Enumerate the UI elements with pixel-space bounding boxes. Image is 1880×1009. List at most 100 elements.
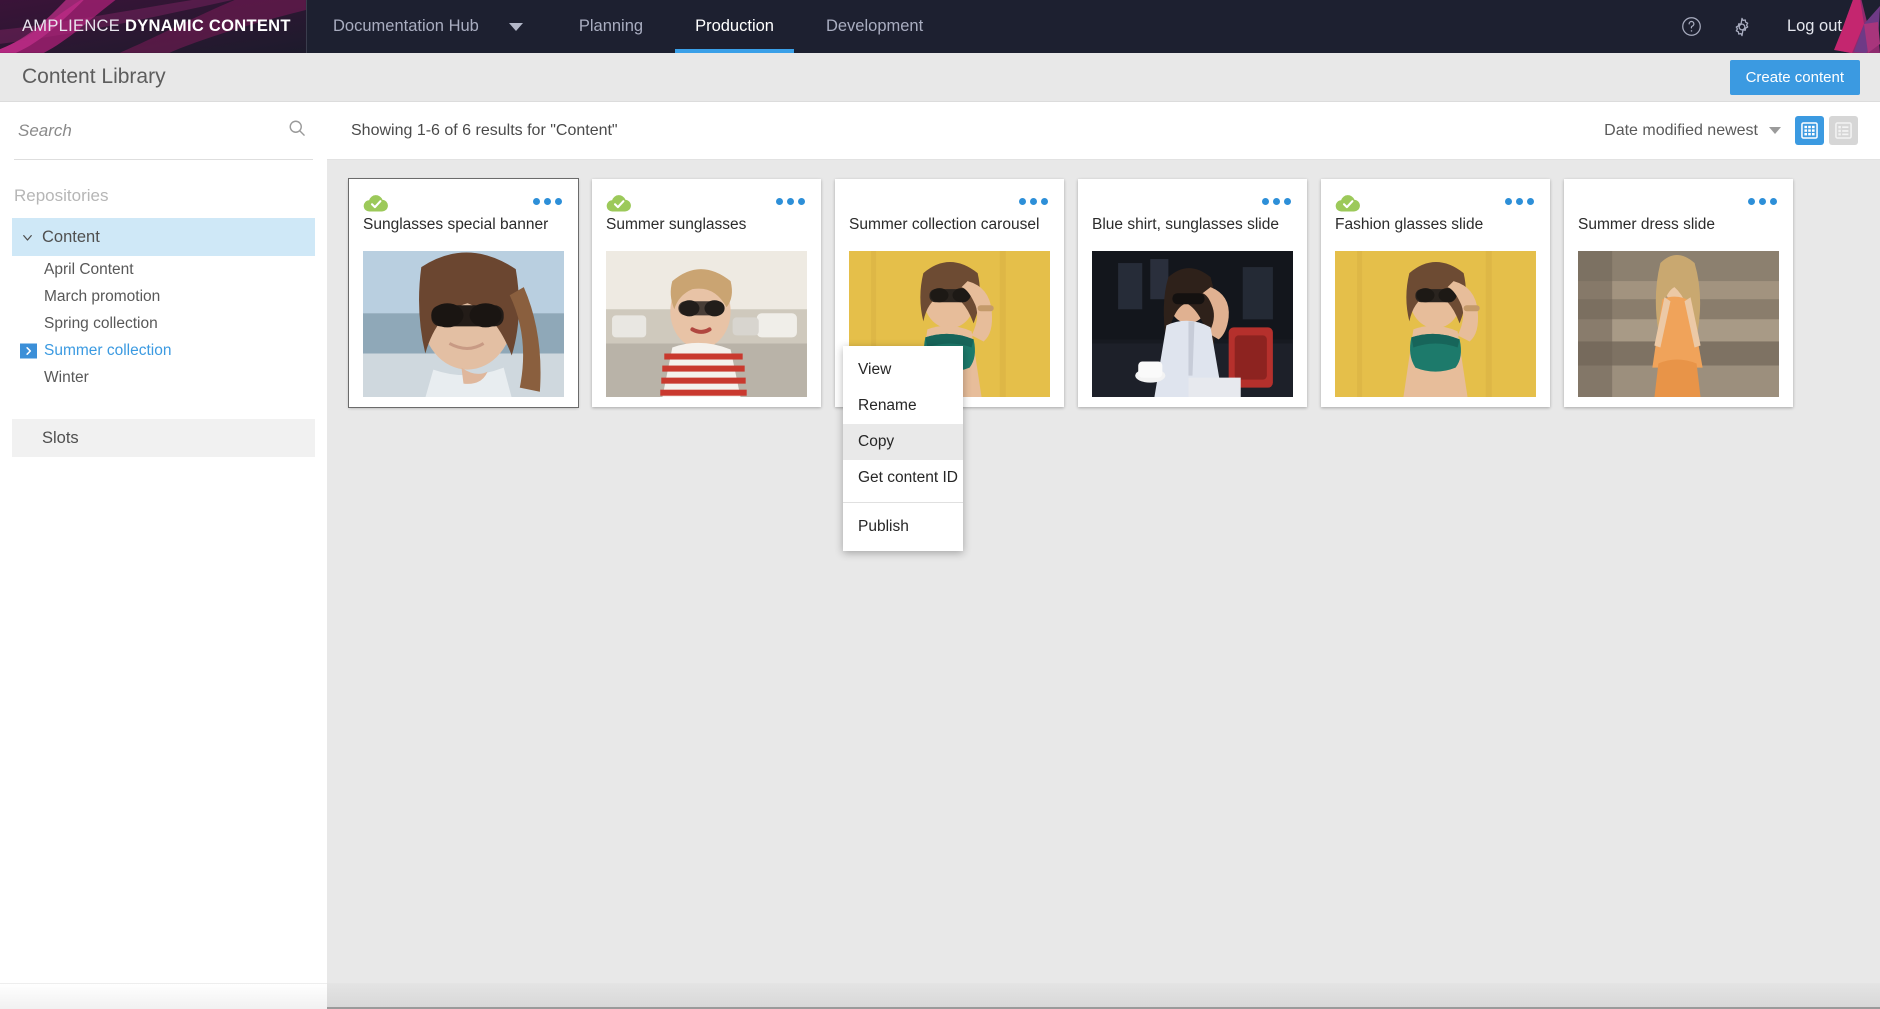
page-title: Content Library: [22, 65, 166, 88]
sidebar-item-label: March promotion: [44, 287, 161, 305]
card-menu-button[interactable]: [1503, 192, 1536, 211]
content-card[interactable]: Summer dress slide: [1564, 179, 1793, 407]
nav-item-label: Documentation Hub: [333, 17, 479, 35]
results-toolbar: Showing 1-6 of 6 results for "Content" D…: [327, 102, 1880, 160]
content-card-grid: Sunglasses special banner Summer sunglas…: [349, 179, 1880, 407]
content-card[interactable]: Blue shirt, sunglasses slide: [1078, 179, 1307, 407]
content-card[interactable]: Summer sunglasses: [592, 179, 821, 407]
card-title: Summer dress slide: [1578, 216, 1715, 233]
context-menu-item-get-content-id[interactable]: Get content ID: [843, 460, 963, 496]
card-header: [363, 179, 564, 216]
content-card-grid-area: Sunglasses special banner Summer sunglas…: [327, 160, 1880, 1009]
card-title: Sunglasses special banner: [363, 216, 549, 233]
content-card[interactable]: Fashion glasses slide: [1321, 179, 1550, 407]
published-status-icon: [606, 194, 631, 212]
thumbnail-image: [606, 251, 807, 397]
sidebar: Repositories Content April Content March…: [0, 102, 327, 1009]
nav-item-production[interactable]: Production: [669, 0, 800, 53]
card-header: [606, 179, 807, 216]
sidebar-item-spring-collection[interactable]: Spring collection: [0, 310, 327, 337]
search-input[interactable]: [14, 120, 281, 141]
sidebar-item-label: Summer collection: [44, 341, 172, 359]
sidebar-item-label: April Content: [44, 260, 134, 278]
results-count-label: Showing 1-6 of 6 results for "Content": [351, 121, 618, 139]
card-thumbnail: [363, 251, 564, 397]
view-toggle-group: [1795, 116, 1858, 145]
context-menu-item-view[interactable]: View: [843, 352, 963, 388]
brand-logo[interactable]: AMPLIENCE DYNAMIC CONTENT: [0, 0, 307, 53]
card-menu-button[interactable]: [531, 192, 564, 211]
brand-strong: DYNAMIC CONTENT: [124, 17, 291, 35]
app-body: Repositories Content April Content March…: [0, 102, 1880, 1009]
thumbnail-image: [1578, 251, 1779, 397]
grid-view-icon[interactable]: [1795, 116, 1824, 145]
sidebar-section-label: Repositories: [14, 186, 109, 205]
help-icon[interactable]: [1669, 0, 1715, 53]
sidebar-item-slots[interactable]: Slots: [12, 419, 315, 457]
thumbnail-image: [1335, 251, 1536, 397]
card-menu-button[interactable]: [774, 192, 807, 211]
top-navigation-bar: AMPLIENCE DYNAMIC CONTENT Documentation …: [0, 0, 1880, 53]
nav-item-label: Development: [825, 17, 924, 35]
page-footer-bar: [327, 983, 1880, 1009]
card-header: [1092, 179, 1293, 216]
sidebar-item-winter[interactable]: Winter: [0, 364, 327, 391]
card-header: [1335, 179, 1536, 216]
chevron-down-icon[interactable]: [495, 0, 553, 53]
sidebar-item-march-promotion[interactable]: March promotion: [0, 283, 327, 310]
card-menu-button[interactable]: [1260, 192, 1293, 211]
card-header: [849, 179, 1050, 216]
card-thumbnail: [1335, 251, 1536, 397]
card-thumbnail: [1092, 251, 1293, 397]
nav-item-development[interactable]: Development: [800, 0, 949, 53]
published-status-icon: [1335, 194, 1360, 212]
gear-icon[interactable]: [1719, 0, 1765, 53]
chevron-down-icon: [12, 230, 42, 245]
nav-item-label: Production: [695, 17, 774, 35]
card-context-menu: View Rename Copy Get content ID Publish: [843, 346, 963, 551]
sort-dropdown-label: Date modified newest: [1604, 121, 1758, 139]
published-status-icon: [363, 194, 388, 212]
sort-dropdown[interactable]: Date modified newest: [1604, 122, 1781, 140]
context-menu-item-copy[interactable]: Copy: [843, 424, 963, 460]
sidebar-item-content-repository[interactable]: Content: [12, 218, 315, 256]
sidebar-item-summer-collection[interactable]: Summer collection: [0, 337, 327, 364]
brand-prefix: AMPLIENCE: [22, 17, 125, 35]
thumbnail-image: [1092, 251, 1293, 397]
card-header: [1578, 179, 1779, 216]
logout-button[interactable]: Log out: [1769, 17, 1864, 36]
sidebar-item-april-content[interactable]: April Content: [0, 256, 327, 283]
card-thumbnail: [606, 251, 807, 397]
chevron-right-icon: [20, 343, 37, 358]
card-thumbnail: [1578, 251, 1779, 397]
card-title: Blue shirt, sunglasses slide: [1092, 216, 1279, 233]
card-title: Summer sunglasses: [606, 216, 747, 233]
context-menu-item-rename[interactable]: Rename: [843, 388, 963, 424]
sidebar-item-label: Spring collection: [44, 314, 158, 332]
context-menu-item-publish[interactable]: Publish: [843, 509, 963, 545]
card-title: Summer collection carousel: [849, 216, 1040, 233]
toolbar-controls: Date modified newest: [1604, 116, 1858, 145]
create-content-button[interactable]: Create content: [1729, 59, 1860, 95]
card-menu-button[interactable]: [1017, 192, 1050, 211]
sidebar-item-label: Content: [42, 227, 100, 246]
brand-title: AMPLIENCE DYNAMIC CONTENT: [0, 17, 291, 36]
nav-item-planning[interactable]: Planning: [553, 0, 669, 53]
thumbnail-image: [363, 251, 564, 397]
chevron-down-icon: [1769, 127, 1781, 134]
context-menu-divider: [843, 502, 963, 503]
card-menu-button[interactable]: [1746, 192, 1779, 211]
card-title: Fashion glasses slide: [1335, 216, 1484, 233]
top-nav-actions: Log out: [1669, 0, 1880, 53]
nav-item-documentation-hub[interactable]: Documentation Hub: [307, 0, 495, 53]
page-header: Content Library Create content: [0, 53, 1880, 102]
sidebar-item-label: Winter: [44, 368, 89, 386]
sidebar-item-label: Slots: [42, 428, 79, 447]
search-row: [14, 102, 313, 160]
nav-item-label: Planning: [578, 17, 644, 35]
search-icon[interactable]: [281, 118, 313, 143]
content-card[interactable]: Sunglasses special banner: [349, 179, 578, 407]
list-view-icon[interactable]: [1829, 116, 1858, 145]
main-content: Showing 1-6 of 6 results for "Content" D…: [327, 102, 1880, 1009]
sidebar-footer: [0, 983, 327, 1009]
